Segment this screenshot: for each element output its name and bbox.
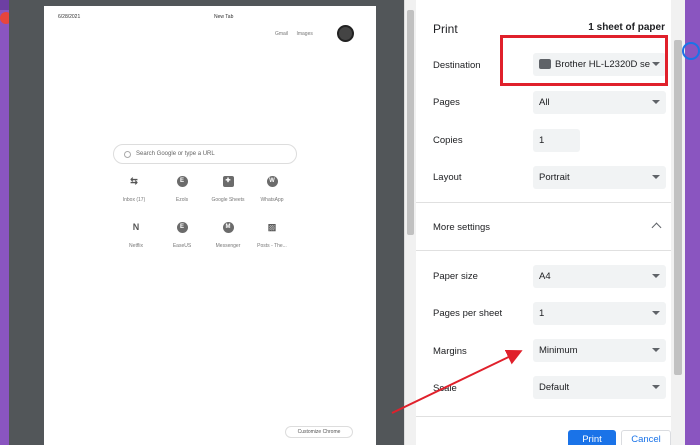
sheet-count: 1 sheet of paper xyxy=(588,22,665,33)
margins-label: Margins xyxy=(433,346,467,357)
chevron-down-icon xyxy=(652,385,660,389)
ezols-icon: E xyxy=(176,176,188,187)
divider xyxy=(416,250,671,251)
whatsapp-icon: W xyxy=(266,176,278,187)
copies-input[interactable]: 1 xyxy=(533,129,580,152)
shortcut-label: Posts - The... xyxy=(257,243,287,249)
preview-customize-button: Customize Chrome xyxy=(285,426,353,438)
netflix-icon: N xyxy=(132,222,140,232)
print-footer: Print Cancel xyxy=(416,416,671,445)
paper-size-select[interactable]: A4 xyxy=(533,265,666,288)
layout-select[interactable]: Portrait xyxy=(533,166,666,189)
cancel-button[interactable]: Cancel xyxy=(621,430,671,445)
copies-label: Copies xyxy=(433,135,463,146)
preview-search-box: Search Google or type a URL xyxy=(113,144,297,164)
scale-label: Scale xyxy=(433,383,457,394)
background-window-edge xyxy=(685,0,700,445)
messenger-icon: M xyxy=(222,222,234,233)
print-title: Print xyxy=(433,22,458,36)
layout-label: Layout xyxy=(433,172,462,183)
paper-size-value: A4 xyxy=(539,271,551,282)
inbox-icon: ⇆ xyxy=(130,176,138,186)
settings-scrollbar[interactable] xyxy=(671,0,685,445)
chevron-down-icon xyxy=(652,175,660,179)
margins-value: Minimum xyxy=(539,345,578,356)
profile-icon xyxy=(682,42,700,60)
layout-value: Portrait xyxy=(539,172,570,183)
preview-date: 6/28/2021 xyxy=(58,14,81,20)
preview-link-gmail: Gmail xyxy=(275,31,289,37)
chevron-down-icon xyxy=(652,348,660,352)
preview-links: Gmail Images xyxy=(275,31,320,37)
pages-per-sheet-label: Pages per sheet xyxy=(433,308,503,319)
image-icon: ▨ xyxy=(267,222,277,232)
print-settings-panel: Print 1 sheet of paper Destination Broth… xyxy=(416,0,687,445)
destination-select[interactable]: Brother HL-L2320D se xyxy=(533,53,666,76)
margins-select[interactable]: Minimum xyxy=(533,339,666,362)
print-preview-area: 6/28/2021 New Tab Gmail Images Search Go… xyxy=(9,0,416,445)
pages-value: All xyxy=(539,97,550,108)
paper-size-label: Paper size xyxy=(433,271,478,282)
pages-per-sheet-select[interactable]: 1 xyxy=(533,302,666,325)
shortcut-label: WhatsApp xyxy=(260,197,284,203)
sheets-icon: ✚ xyxy=(222,176,234,187)
shortcut-tile: W WhatsApp xyxy=(244,176,300,203)
more-settings-toggle[interactable]: More settings xyxy=(433,222,490,233)
scale-value: Default xyxy=(539,382,570,393)
scale-select[interactable]: Default xyxy=(533,376,666,399)
chevron-down-icon xyxy=(652,62,660,66)
preview-link-images: Images xyxy=(296,31,313,37)
destination-value: Brother HL-L2320D se xyxy=(555,59,651,70)
chevron-down-icon xyxy=(652,274,660,278)
pages-label: Pages xyxy=(433,97,460,108)
avatar xyxy=(337,25,354,42)
printer-icon xyxy=(539,59,551,69)
preview-scrollbar[interactable] xyxy=(404,0,416,445)
settings-scroll-thumb[interactable] xyxy=(674,40,682,375)
preview-tab-title: New Tab xyxy=(214,14,234,20)
destination-label: Destination xyxy=(433,60,481,71)
preview-scroll-thumb[interactable] xyxy=(407,10,414,235)
print-button[interactable]: Print xyxy=(568,430,616,445)
shortcut-tile: ▨ Posts - The... xyxy=(244,222,300,249)
preview-page: 6/28/2021 New Tab Gmail Images Search Go… xyxy=(44,6,376,445)
pages-per-sheet-value: 1 xyxy=(539,308,545,319)
easeus-icon: E xyxy=(176,222,188,233)
chevron-down-icon xyxy=(652,100,660,104)
chevron-up-icon[interactable] xyxy=(651,222,662,233)
chevron-down-icon xyxy=(652,311,660,315)
divider xyxy=(416,202,671,203)
pages-select[interactable]: All xyxy=(533,91,666,114)
